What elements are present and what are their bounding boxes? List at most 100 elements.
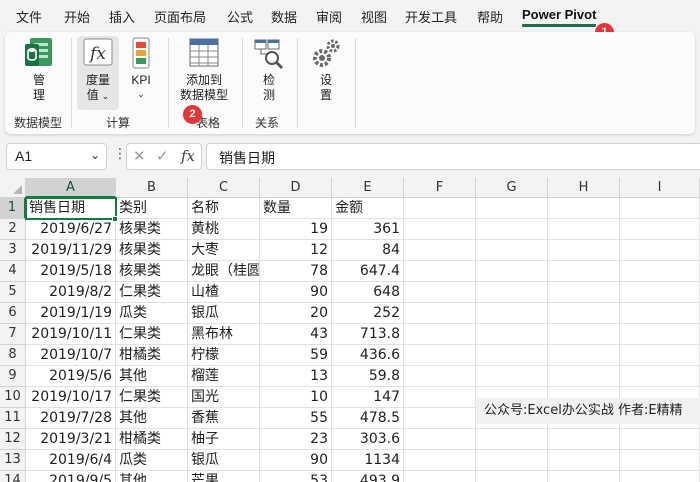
cell-date[interactable]: 2019/3/21: [26, 429, 116, 450]
cancel-icon[interactable]: ✕: [133, 147, 146, 165]
cell-category[interactable]: 类别: [116, 198, 188, 219]
cell-qty[interactable]: 53: [260, 471, 332, 482]
cell-empty[interactable]: [404, 324, 476, 345]
kpi-button[interactable]: KPI ⌄: [123, 36, 159, 110]
cell-empty[interactable]: [620, 471, 700, 482]
cell-amount[interactable]: 84: [332, 240, 404, 261]
cell-name[interactable]: 榴莲: [188, 366, 260, 387]
column-header-d[interactable]: D: [260, 178, 332, 198]
cell-empty[interactable]: [404, 240, 476, 261]
name-box[interactable]: A1 ⌄: [6, 143, 107, 170]
cell-date[interactable]: 2019/5/18: [26, 261, 116, 282]
cell-amount[interactable]: 1134: [332, 450, 404, 471]
column-header-h[interactable]: H: [548, 178, 620, 198]
cell-empty[interactable]: [404, 471, 476, 482]
cell-qty[interactable]: 12: [260, 240, 332, 261]
cell-name[interactable]: 黄桃: [188, 219, 260, 240]
cell-date[interactable]: 销售日期: [26, 198, 116, 219]
cell-qty[interactable]: 13: [260, 366, 332, 387]
manage-button[interactable]: 管 理: [15, 36, 63, 110]
chevron-down-icon[interactable]: ⌄: [90, 148, 100, 162]
row-header[interactable]: 7: [0, 324, 26, 345]
cell-empty[interactable]: [548, 303, 620, 324]
cell-empty[interactable]: [548, 366, 620, 387]
cell-empty[interactable]: [404, 219, 476, 240]
cell-empty[interactable]: [548, 324, 620, 345]
cell-category[interactable]: 仁果类: [116, 282, 188, 303]
cell-empty[interactable]: [476, 198, 548, 219]
cell-amount[interactable]: 252: [332, 303, 404, 324]
cell-empty[interactable]: [404, 450, 476, 471]
column-header-f[interactable]: F: [404, 178, 476, 198]
cell-amount[interactable]: 436.6: [332, 345, 404, 366]
cell-category[interactable]: 其他: [116, 366, 188, 387]
tab-home[interactable]: 开始: [64, 7, 90, 26]
cell-empty[interactable]: [620, 261, 700, 282]
row-header[interactable]: 6: [0, 303, 26, 324]
cell-amount[interactable]: 713.8: [332, 324, 404, 345]
column-header-a[interactable]: A: [26, 178, 116, 198]
cell-empty[interactable]: [404, 282, 476, 303]
cell-qty[interactable]: 90: [260, 282, 332, 303]
cell-empty[interactable]: [548, 429, 620, 450]
more-options-icon[interactable]: ⋮: [113, 147, 127, 161]
column-header-b[interactable]: B: [116, 178, 188, 198]
cell-name[interactable]: 山楂: [188, 282, 260, 303]
insert-function-icon[interactable]: fx: [181, 147, 195, 165]
cell-amount[interactable]: 147: [332, 387, 404, 408]
cell-empty[interactable]: [404, 429, 476, 450]
settings-button[interactable]: 设 置: [306, 36, 346, 110]
cell-empty[interactable]: [404, 261, 476, 282]
cell-qty[interactable]: 43: [260, 324, 332, 345]
tab-data[interactable]: 数据: [271, 7, 297, 26]
cell-amount[interactable]: 648: [332, 282, 404, 303]
cell-name[interactable]: 香蕉: [188, 408, 260, 429]
cell-category[interactable]: 瓜类: [116, 303, 188, 324]
cell-name[interactable]: 大枣: [188, 240, 260, 261]
row-header[interactable]: 9: [0, 366, 26, 387]
cell-empty[interactable]: [620, 450, 700, 471]
column-header-c[interactable]: C: [188, 178, 260, 198]
column-header-i[interactable]: I: [620, 178, 700, 198]
cell-date[interactable]: 2019/6/27: [26, 219, 116, 240]
cell-category[interactable]: 其他: [116, 408, 188, 429]
cell-empty[interactable]: [620, 240, 700, 261]
cell-category[interactable]: 核果类: [116, 261, 188, 282]
cell-name[interactable]: 银瓜: [188, 303, 260, 324]
tab-power-pivot[interactable]: Power Pivot: [522, 7, 597, 27]
row-header[interactable]: 5: [0, 282, 26, 303]
cell-empty[interactable]: [620, 324, 700, 345]
cell-empty[interactable]: [548, 345, 620, 366]
tab-help[interactable]: 帮助: [477, 7, 503, 26]
cell-qty[interactable]: 23: [260, 429, 332, 450]
cell-amount[interactable]: 金额: [332, 198, 404, 219]
cell-empty[interactable]: [476, 471, 548, 482]
cell-category[interactable]: 其他: [116, 471, 188, 482]
cell-empty[interactable]: [548, 198, 620, 219]
cell-empty[interactable]: [476, 261, 548, 282]
cell-empty[interactable]: [548, 471, 620, 482]
row-header[interactable]: 3: [0, 240, 26, 261]
tab-file[interactable]: 文件: [16, 7, 42, 26]
cell-empty[interactable]: [476, 345, 548, 366]
cell-qty[interactable]: 10: [260, 387, 332, 408]
cell-empty[interactable]: [620, 345, 700, 366]
column-header-e[interactable]: E: [332, 178, 404, 198]
cell-qty[interactable]: 20: [260, 303, 332, 324]
cell-qty[interactable]: 19: [260, 219, 332, 240]
cell-empty[interactable]: [404, 408, 476, 429]
cell-name[interactable]: 银瓜: [188, 450, 260, 471]
cell-date[interactable]: 2019/8/2: [26, 282, 116, 303]
row-header[interactable]: 8: [0, 345, 26, 366]
cell-amount[interactable]: 361: [332, 219, 404, 240]
cell-date[interactable]: 2019/11/29: [26, 240, 116, 261]
cell-category[interactable]: 瓜类: [116, 450, 188, 471]
confirm-icon[interactable]: ✓: [156, 147, 169, 165]
cell-amount[interactable]: 303.6: [332, 429, 404, 450]
cell-name[interactable]: 芒果: [188, 471, 260, 482]
row-header[interactable]: 10: [0, 387, 26, 408]
cell-category[interactable]: 柑橘类: [116, 429, 188, 450]
detect-button[interactable]: 检 测: [249, 36, 289, 110]
cell-empty[interactable]: [404, 366, 476, 387]
cell-empty[interactable]: [548, 282, 620, 303]
